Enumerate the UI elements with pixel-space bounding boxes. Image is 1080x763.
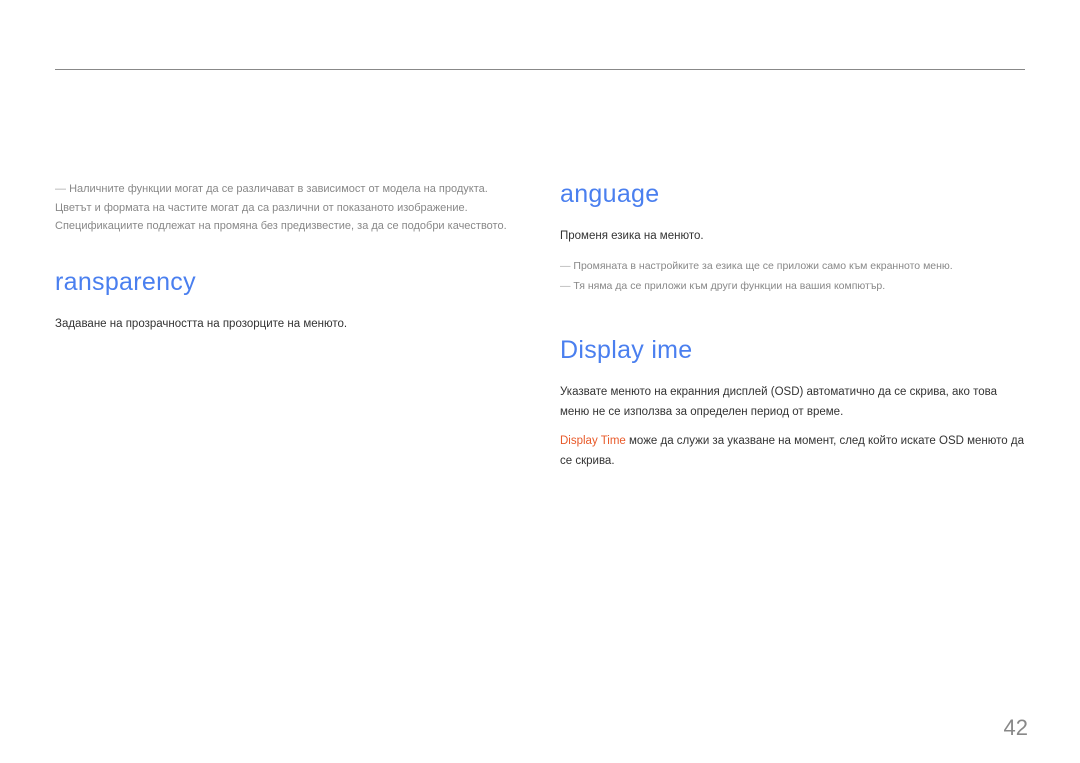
display-time-body-2: Display Time може да служи за указване н…	[560, 432, 1025, 471]
transparency-heading: ransparency	[55, 268, 520, 297]
left-column: Наличните функции могат да се различават…	[55, 180, 520, 512]
language-body: Променя езика на менюто.	[560, 227, 1025, 247]
display-time-body-2-text: може да служи за указване на момент, сле…	[560, 435, 1024, 467]
right-column: anguage Променя езика на менюто. Промяна…	[560, 180, 1025, 512]
display-time-section: Display ime Указвате менюто на екранния …	[560, 336, 1025, 471]
page-number: 42	[1004, 715, 1028, 741]
display-time-heading: Display ime	[560, 336, 1025, 365]
language-note-1: Промяната в настройките за езика ще се п…	[560, 257, 1025, 276]
page-content: Наличните функции могат да се различават…	[55, 180, 1025, 512]
transparency-body: Задаване на прозрачността на прозорците …	[55, 315, 520, 335]
language-note-2: Тя няма да се приложи към други функции …	[560, 277, 1025, 296]
horizontal-rule	[55, 69, 1025, 70]
language-section: anguage Променя езика на менюто. Промяна…	[560, 180, 1025, 296]
transparency-section: ransparency Задаване на прозрачността на…	[55, 268, 520, 335]
display-time-highlight: Display Time	[560, 435, 626, 447]
display-time-body-1: Указвате менюто на екранния дисплей (OSD…	[560, 383, 1025, 422]
language-heading: anguage	[560, 180, 1025, 209]
top-note: Наличните функции могат да се различават…	[55, 180, 520, 236]
